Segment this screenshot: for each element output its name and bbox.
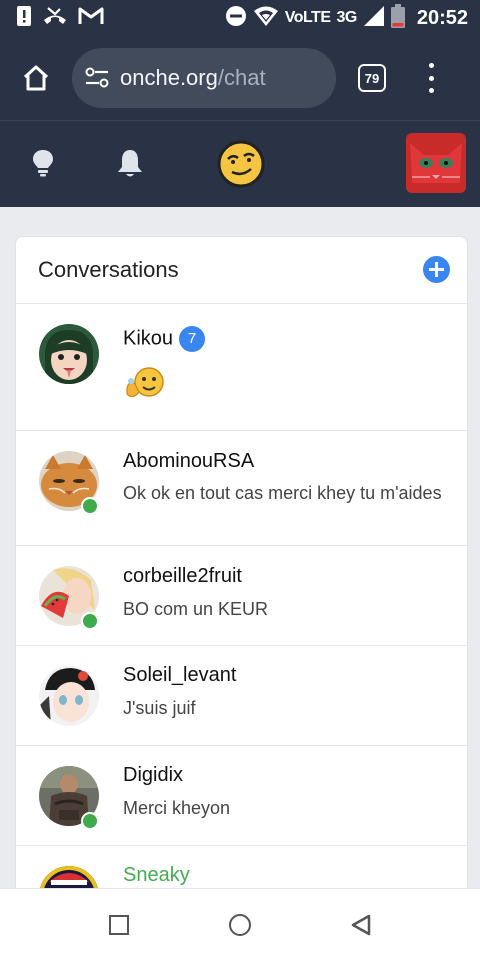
back-button[interactable] [350,914,372,941]
new-conversation-button[interactable] [423,256,450,283]
avatar-wrap [39,451,99,515]
network-label: VoLTE [284,9,331,26]
avatar-wrap [39,666,99,726]
bulb-icon[interactable] [31,149,55,182]
conversations-card: Conversations Kikou 7 AbominouRSA Ok ok e… [15,236,468,898]
conversation-item-digidix[interactable]: Digidix Merci kheyon [16,746,467,846]
conversation-name: Kikou 7 [123,326,206,352]
avatar-wrap [39,324,99,384]
page-title: Conversations [38,257,179,282]
conversation-last-message: Merci kheyon [123,798,231,818]
clock: 20:52 [416,6,468,29]
online-indicator [81,812,99,830]
conversation-item-kikou[interactable]: Kikou 7 [16,304,467,431]
bell-icon[interactable] [116,148,144,183]
conversation-name: corbeille2fruit [123,565,242,587]
system-nav-bar [0,888,480,961]
conversation-last-message: Ok ok en tout cas merci khey tu m'aides [123,483,442,503]
home-icon[interactable] [16,58,56,98]
sticker-message [123,366,167,407]
status-bar: VoLTE 3G 20:52 [0,0,480,36]
smiley-icon[interactable] [216,139,266,194]
menu-icon[interactable] [426,63,436,93]
conversation-name: AbominouRSA [123,450,255,472]
conversation-item-corbeille2fruit[interactable]: corbeille2fruit BO com un KEUR [16,546,467,646]
url-bar[interactable]: onche.org/chat [72,48,336,108]
online-indicator [81,612,99,630]
unread-badge: 7 [179,326,206,352]
dnd-icon [225,5,247,32]
browser-toolbar: onche.org/chat 79 [0,36,480,120]
url-host: onche.org [120,65,218,90]
url-text[interactable]: onche.org/chat [120,65,266,91]
home-button[interactable] [229,914,251,936]
battery-icon [390,3,405,33]
site-settings-icon[interactable] [84,65,110,91]
online-indicator [81,497,99,515]
avatar [39,666,99,726]
conversation-last-message: BO com un KEUR [123,599,269,619]
missed-call-icon [42,5,68,32]
conversation-name: Soleil_levant [123,664,237,686]
plus-icon [429,262,444,277]
conversation-last-message: J'suis juif [123,698,196,718]
signal-icon [363,5,385,32]
alert-icon [16,5,32,32]
signal-type-label: 3G [336,9,358,26]
gmail-icon [78,6,104,31]
conversation-name-text: Kikou [123,327,174,350]
conversation-item-abominoursa[interactable]: AbominouRSA Ok ok en tout cas merci khey… [16,431,467,546]
conversation-name: Sneaky [123,864,190,886]
tab-switcher-button[interactable]: 79 [358,64,386,92]
avatar-wrap [39,566,99,630]
conversation-item-soleil-levant[interactable]: Soleil_levant J'suis juif [16,646,467,746]
wifi-icon [253,5,279,32]
avatar-wrap [39,766,99,830]
site-nav [0,120,480,207]
card-header: Conversations [16,237,467,304]
conversation-name: Digidix [123,764,184,786]
avatar [39,324,99,384]
url-path: /chat [217,65,266,90]
recents-button[interactable] [109,915,129,935]
back-icon [351,914,371,936]
profile-avatar[interactable] [406,133,466,193]
